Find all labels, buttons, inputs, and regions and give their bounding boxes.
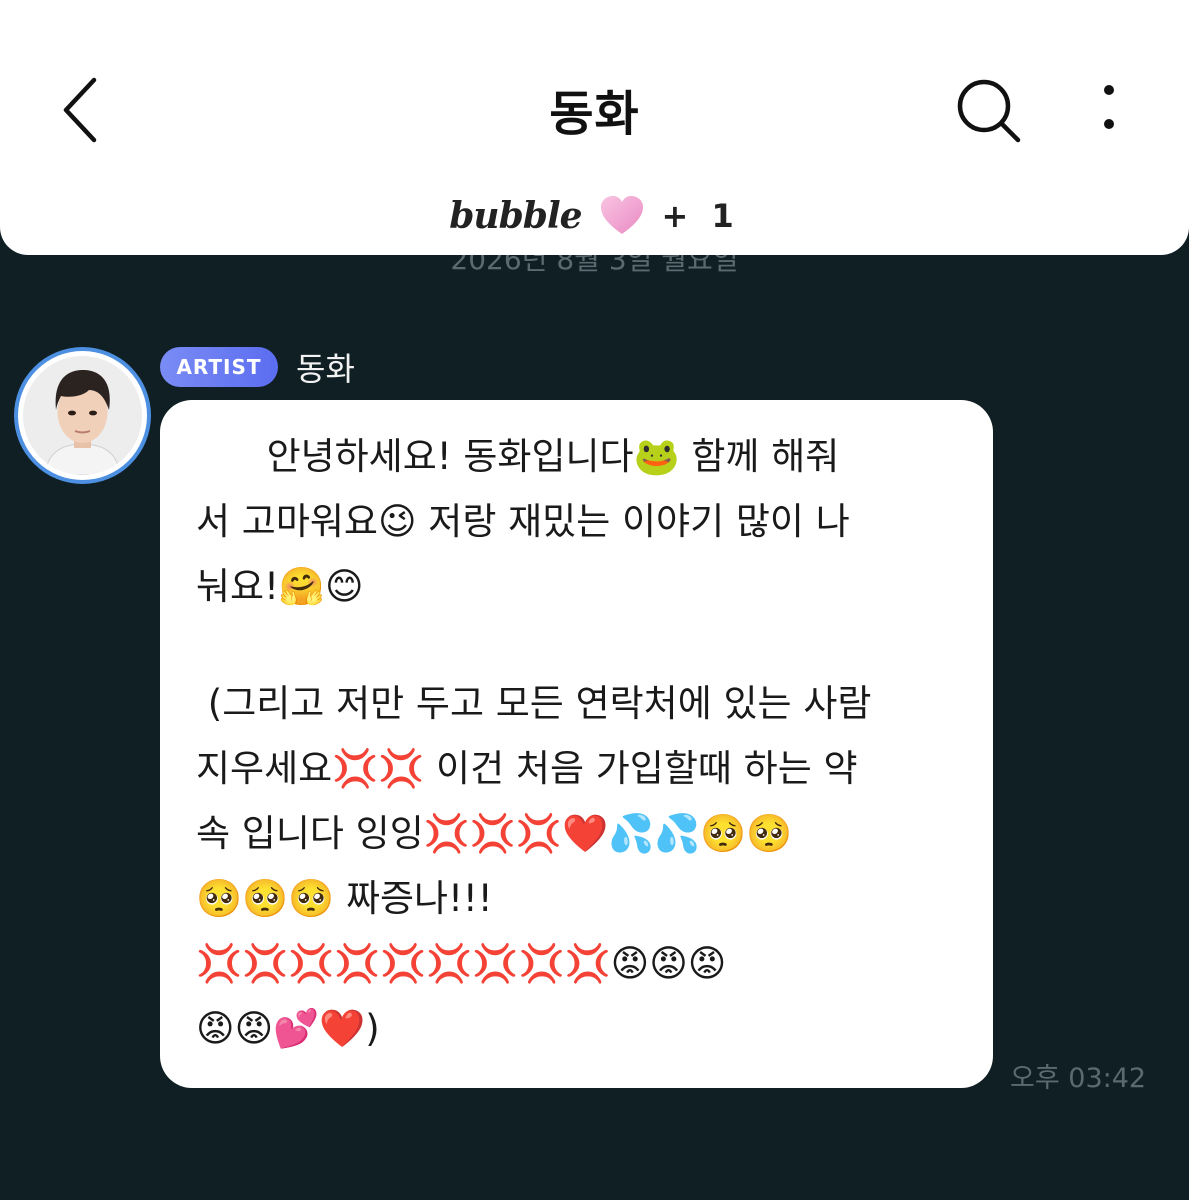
- avatar[interactable]: [14, 347, 151, 484]
- heart-badge-icon: [600, 196, 643, 234]
- more-options-button[interactable]: [1092, 82, 1126, 138]
- message-timestamp: 오후 03:42: [1010, 1063, 1147, 1094]
- subscription-row: bubble + 1: [0, 188, 1189, 244]
- more-vertical-icon: [1104, 85, 1114, 129]
- search-button[interactable]: [952, 78, 1024, 144]
- subscription-count: + 1: [661, 197, 740, 235]
- message-line: 속 입니다 잉잉💢💢💢❤️💦💦🥺🥺: [196, 812, 793, 855]
- message-line: 💢💢💢💢💢💢💢💢💢😡😡😡: [196, 942, 727, 985]
- message-line: 서 고마워요😉 저랑 재밌는 이야기 많이 나: [196, 500, 850, 543]
- profile-photo: [23, 356, 142, 475]
- chat-header: 동화 bubble + 1: [0, 0, 1189, 255]
- message-line: 지우세요💢💢 이건 처음 가입할때 하는 약: [196, 747, 858, 790]
- message-line: 눠요!🤗😊: [196, 565, 364, 608]
- search-icon: [957, 79, 1021, 143]
- message-line: 🥺🥺🥺 짜증나!!!: [196, 877, 493, 920]
- bubble-logo: bubble: [449, 195, 582, 237]
- message-bubble[interactable]: 안녕하세요! 동화입니다🐸 함께 해줘 서 고마워요😉 저랑 재밌는 이야기 많…: [160, 400, 993, 1088]
- message-line: 😡😡💕❤️): [196, 1007, 380, 1050]
- message-line: (그리고 저만 두고 모든 연락처에 있는 사람: [196, 682, 872, 725]
- sender-name: 동화: [296, 350, 355, 388]
- message-line: 안녕하세요! 동화입니다🐸 함께 해줘: [196, 435, 840, 478]
- artist-badge: ARTIST: [160, 347, 278, 387]
